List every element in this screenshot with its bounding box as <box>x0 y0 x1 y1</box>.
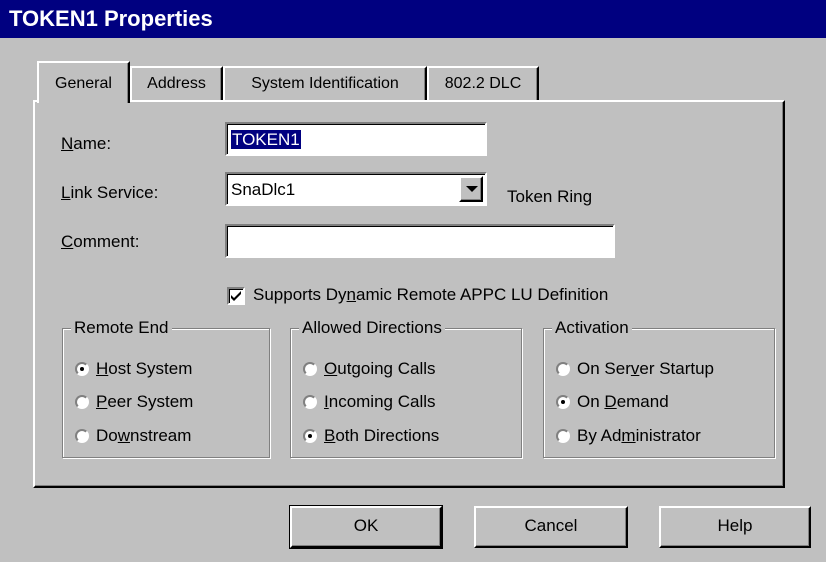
allowed-directions-group: Allowed Directions Outgoing Calls Incomi… <box>290 317 522 458</box>
link-service-label: Link Service: <box>61 183 159 202</box>
cancel-button[interactable]: Cancel <box>474 506 628 548</box>
chevron-down-icon <box>466 186 478 192</box>
name-field-value: TOKEN1 <box>231 130 301 149</box>
link-service-value: SnaDlc1 <box>231 180 296 199</box>
checkmark-icon <box>231 291 241 301</box>
remote-end-legend: Remote End <box>71 317 172 339</box>
tab-address-label: Address <box>147 75 206 92</box>
radio-selected-dot <box>80 367 84 371</box>
tab-general[interactable]: General <box>37 61 130 103</box>
link-service-dropdown-button[interactable] <box>459 176 483 202</box>
radio-button[interactable] <box>75 362 89 376</box>
ok-button[interactable]: OK <box>289 505 443 549</box>
tab-general-label: General <box>55 75 112 92</box>
link-service-type-label: Token Ring <box>507 187 593 206</box>
radio-button[interactable] <box>303 429 317 443</box>
help-button[interactable]: Help <box>659 506 811 548</box>
comment-field[interactable] <box>225 224 615 258</box>
tab-system-identification-label: System Identification <box>251 75 399 92</box>
tab-802-2-dlc-label: 802.2 DLC <box>444 75 522 92</box>
tab-802-2-dlc[interactable]: 802.2 DLC <box>427 66 539 100</box>
radio-selected-dot <box>308 434 312 438</box>
dynamic-remote-appc-label[interactable]: Supports Dynamic Remote APPC LU Definiti… <box>253 285 608 305</box>
radio-button[interactable] <box>556 395 570 409</box>
name-label: Name: <box>61 134 112 153</box>
tab-panel-general: Name: TOKEN1 Link Service: SnaDlc1 Token… <box>33 100 785 488</box>
activation-group: Activation On Server Startup On Demand B… <box>543 317 775 458</box>
radio-button[interactable] <box>556 429 570 443</box>
link-service-select[interactable]: SnaDlc1 <box>225 172 487 206</box>
remote-end-group: Remote End Host System Peer System Downs… <box>62 317 270 458</box>
radio-button[interactable] <box>556 362 570 376</box>
activation-legend: Activation <box>552 317 632 339</box>
window-title: TOKEN1 Properties <box>9 6 213 31</box>
tab-system-identification[interactable]: System Identification <box>223 66 427 100</box>
radio-selected-dot <box>561 400 565 404</box>
dynamic-remote-appc-checkbox[interactable] <box>227 287 245 305</box>
allowed-directions-legend: Allowed Directions <box>299 317 445 339</box>
title-bar: TOKEN1 Properties <box>0 0 826 38</box>
radio-button[interactable] <box>75 429 89 443</box>
radio-button[interactable] <box>303 362 317 376</box>
name-field[interactable]: TOKEN1 <box>225 122 487 156</box>
comment-label: Comment: <box>61 232 140 251</box>
radio-button[interactable] <box>75 395 89 409</box>
radio-button[interactable] <box>303 395 317 409</box>
tab-address[interactable]: Address <box>130 66 223 100</box>
